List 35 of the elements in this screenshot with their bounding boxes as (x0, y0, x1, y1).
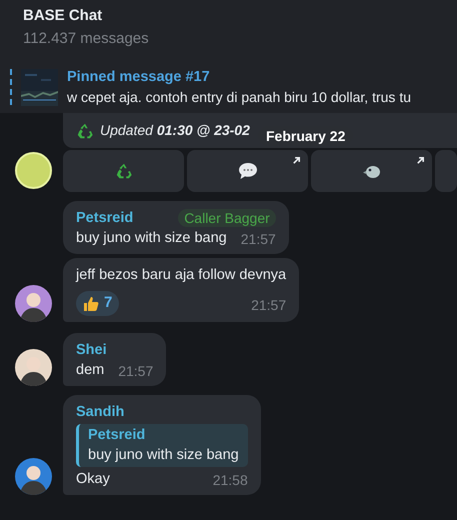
pinned-label: Pinned message #17 (67, 68, 211, 86)
message-count: 112.437 messages (23, 29, 150, 49)
message-text: dem (76, 361, 104, 380)
reply-sender: Petsreid (88, 426, 146, 445)
sender-name[interactable]: Petsreid (76, 208, 134, 228)
recycle-icon (76, 122, 94, 140)
message-time: 21:57 (251, 296, 286, 315)
message-text: buy juno with size bang (76, 229, 227, 248)
reply-quote[interactable]: Petsreid buy juno with size bang (76, 424, 248, 467)
keyboard-button[interactable] (311, 150, 432, 192)
role-badge: Caller Bagger (178, 209, 276, 227)
message-text: jeff bezos baru aja follow devnya (76, 266, 286, 285)
message-time: 21:57 (240, 230, 276, 248)
arrow-icon (292, 156, 301, 165)
reply-text: buy juno with size bang (88, 446, 239, 465)
sender-name[interactable]: Sandih (76, 402, 124, 422)
keyboard-button[interactable] (187, 150, 308, 192)
avatar[interactable] (15, 458, 52, 495)
message-text: Updated 01:30 @ 23-02 (100, 121, 250, 140)
arrow-icon (416, 156, 425, 165)
message-time: 21:57 (117, 362, 154, 380)
speech-bubble-icon (238, 162, 258, 180)
reaction-chip[interactable]: 7 (76, 291, 120, 316)
message-text: Okay (76, 470, 110, 489)
avatar[interactable] (15, 285, 52, 322)
recycle-icon (114, 162, 132, 180)
bird-icon (362, 163, 382, 179)
sender-name[interactable]: Shei (76, 340, 107, 360)
avatar[interactable] (15, 152, 52, 189)
thumbs-up-icon (83, 296, 99, 312)
avatar[interactable] (15, 349, 52, 386)
chat-title: BASE Chat (23, 6, 104, 26)
message-time: 21:58 (212, 471, 248, 489)
pinned-text: w cepet aja. contoh entry di panah biru 10 dollar, trus tu (67, 88, 411, 106)
pinned-bar[interactable]: Pinned message #17 w cepet aja. contoh entry di panah biru 10 dollar, trus tu (0, 65, 457, 109)
